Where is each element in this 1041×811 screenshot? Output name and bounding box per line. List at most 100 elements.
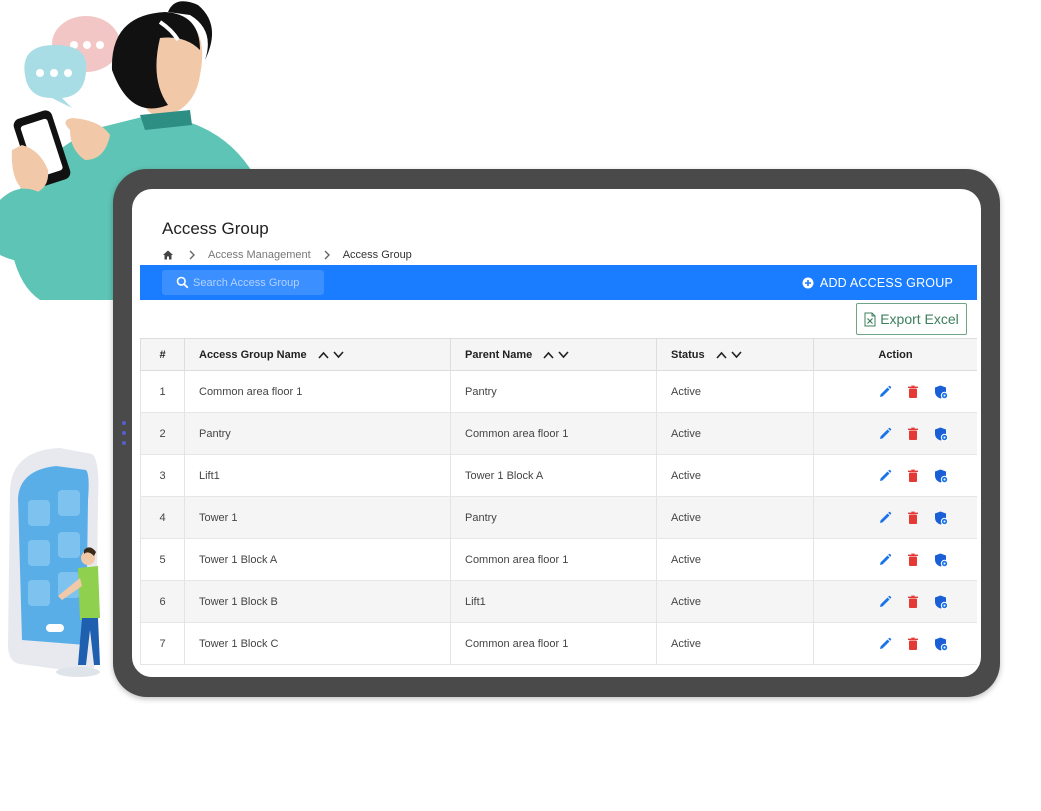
- sort-descending-icon[interactable]: [558, 351, 569, 359]
- row-actions: [828, 468, 977, 484]
- row-actions: [828, 552, 977, 568]
- table-body: 1 Common area floor 1 Pantry Active 2 Pa…: [140, 370, 977, 665]
- shield-icon[interactable]: [933, 552, 949, 568]
- table-row: 7 Tower 1 Block C Common area floor 1 Ac…: [140, 622, 977, 665]
- header-status-label: Status: [671, 348, 705, 361]
- access-group-table: # Access Group Name Parent Name Status A…: [140, 338, 977, 665]
- status-cell: Active: [656, 454, 814, 497]
- parent-name-cell: Lift1: [450, 580, 657, 623]
- pencil-icon[interactable]: [877, 468, 893, 484]
- access-group-name-cell: Tower 1 Block C: [184, 622, 451, 665]
- access-group-name-cell: Tower 1 Block A: [184, 538, 451, 581]
- header-parent-name-label: Parent Name: [465, 348, 533, 361]
- tablet-sensor-dots: [122, 421, 126, 445]
- status-cell: Active: [656, 538, 814, 581]
- parent-name-cell: Pantry: [450, 496, 657, 539]
- sort-descending-icon[interactable]: [731, 351, 742, 359]
- breadcrumb: Access Management Access Group: [162, 248, 424, 262]
- row-actions: [828, 510, 977, 526]
- parent-name-cell: Common area floor 1: [450, 622, 657, 665]
- pencil-icon[interactable]: [877, 384, 893, 400]
- parent-name-cell: Common area floor 1: [450, 412, 657, 455]
- breadcrumb-access-group: Access Group: [342, 249, 412, 261]
- action-cell: [813, 622, 977, 665]
- trash-icon[interactable]: [905, 384, 921, 400]
- pencil-icon[interactable]: [877, 636, 893, 652]
- header-action: Action: [813, 338, 977, 371]
- status-cell: Active: [656, 370, 814, 413]
- header-number: #: [140, 338, 185, 371]
- sort-ascending-icon[interactable]: [716, 351, 727, 359]
- sort-ascending-icon[interactable]: [543, 351, 554, 359]
- pencil-icon[interactable]: [877, 510, 893, 526]
- action-cell: [813, 496, 977, 539]
- shield-icon[interactable]: [933, 426, 949, 442]
- row-actions: [828, 426, 977, 442]
- tablet-screen: Access Group Access Management Access Gr…: [132, 189, 981, 677]
- sort-ascending-icon[interactable]: [318, 351, 329, 359]
- table-row: 4 Tower 1 Pantry Active: [140, 496, 977, 539]
- toolbar: ADD ACCESS GROUP: [140, 265, 977, 300]
- access-group-name-cell: Tower 1: [184, 496, 451, 539]
- trash-icon[interactable]: [905, 636, 921, 652]
- row-number: 3: [140, 454, 185, 497]
- status-cell: Active: [656, 412, 814, 455]
- table-row: 1 Common area floor 1 Pantry Active: [140, 370, 977, 413]
- sort-controls: [543, 351, 573, 359]
- shield-icon[interactable]: [933, 384, 949, 400]
- header-parent-name: Parent Name: [450, 338, 657, 371]
- access-group-app: Access Group Access Management Access Gr…: [140, 199, 977, 677]
- chevron-right-icon: [323, 250, 331, 260]
- breadcrumb-access-management[interactable]: Access Management: [208, 249, 311, 261]
- row-number: 1: [140, 370, 185, 413]
- trash-icon[interactable]: [905, 468, 921, 484]
- row-number: 5: [140, 538, 185, 581]
- trash-icon[interactable]: [905, 594, 921, 610]
- trash-icon[interactable]: [905, 510, 921, 526]
- action-cell: [813, 412, 977, 455]
- shield-icon[interactable]: [933, 510, 949, 526]
- shield-icon[interactable]: [933, 636, 949, 652]
- row-actions: [828, 594, 977, 610]
- table-row: 5 Tower 1 Block A Common area floor 1 Ac…: [140, 538, 977, 581]
- table-row: 2 Pantry Common area floor 1 Active: [140, 412, 977, 455]
- trash-icon[interactable]: [905, 426, 921, 442]
- shield-icon[interactable]: [933, 468, 949, 484]
- search-icon: [176, 276, 189, 289]
- row-number: 6: [140, 580, 185, 623]
- sort-controls: [318, 351, 348, 359]
- action-cell: [813, 454, 977, 497]
- status-cell: Active: [656, 496, 814, 539]
- row-actions: [828, 636, 977, 652]
- excel-file-icon: [864, 312, 876, 327]
- row-actions: [828, 384, 977, 400]
- man-with-phone-illustration: [8, 448, 100, 677]
- add-access-group-button[interactable]: ADD ACCESS GROUP: [802, 273, 953, 293]
- action-cell: [813, 370, 977, 413]
- search-input[interactable]: [193, 276, 321, 289]
- sort-controls: [716, 351, 746, 359]
- plus-circle-icon: [802, 277, 814, 289]
- row-number: 2: [140, 412, 185, 455]
- header-access-group-name-label: Access Group Name: [199, 348, 307, 361]
- trash-icon[interactable]: [905, 552, 921, 568]
- action-cell: [813, 538, 977, 581]
- parent-name-cell: Tower 1 Block A: [450, 454, 657, 497]
- home-icon[interactable]: [162, 249, 174, 261]
- pencil-icon[interactable]: [877, 426, 893, 442]
- export-excel-label: Export Excel: [880, 311, 959, 327]
- export-excel-button[interactable]: Export Excel: [856, 303, 967, 335]
- access-group-name-cell: Lift1: [184, 454, 451, 497]
- page-title: Access Group: [162, 219, 269, 238]
- access-group-name-cell: Pantry: [184, 412, 451, 455]
- parent-name-cell: Pantry: [450, 370, 657, 413]
- pencil-icon[interactable]: [877, 594, 893, 610]
- sort-descending-icon[interactable]: [333, 351, 344, 359]
- pencil-icon[interactable]: [877, 552, 893, 568]
- access-group-name-cell: Tower 1 Block B: [184, 580, 451, 623]
- shield-icon[interactable]: [933, 594, 949, 610]
- chevron-right-icon: [188, 250, 196, 260]
- access-group-table-wrap: # Access Group Name Parent Name Status A…: [140, 338, 977, 677]
- search-box: [162, 270, 324, 295]
- access-group-name-cell: Common area floor 1: [184, 370, 451, 413]
